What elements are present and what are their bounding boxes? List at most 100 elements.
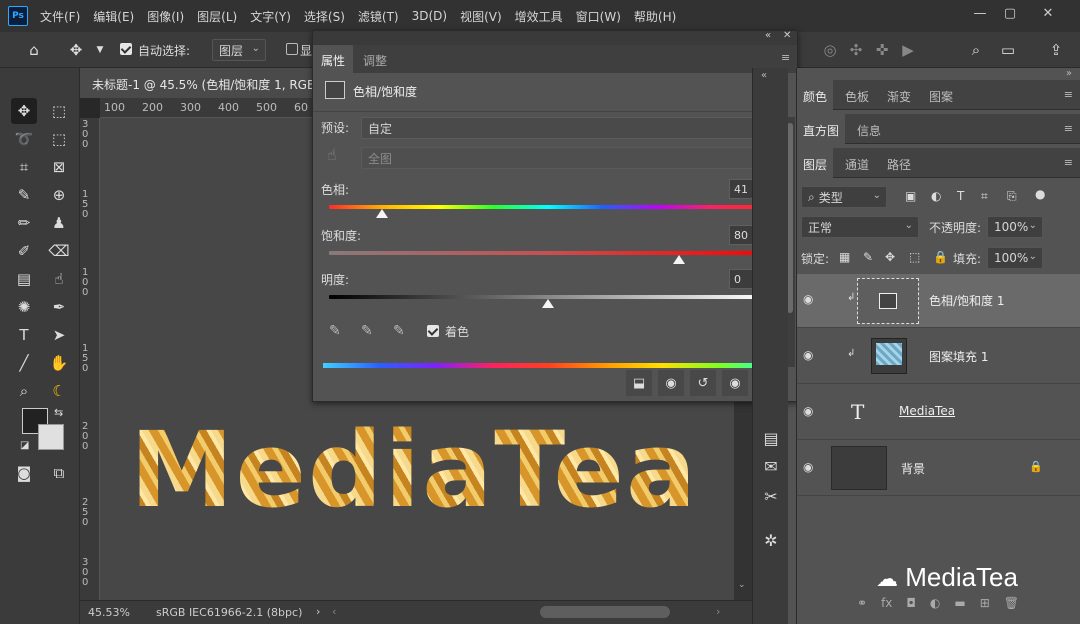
panel-menu-icon[interactable]: ≡ (1064, 88, 1073, 101)
auto-select-checkbox[interactable] (120, 43, 132, 58)
screen-mode-icon[interactable]: ⧉ (46, 460, 72, 486)
menu-edit[interactable]: 编辑(E) (93, 8, 134, 25)
marquee-tool-icon[interactable]: ⬚ (46, 98, 72, 124)
type-tool-icon[interactable]: T (11, 322, 37, 348)
tab-gradients[interactable]: 渐变 (881, 80, 917, 110)
clip-to-layer-icon[interactable]: ⬓ (626, 370, 652, 396)
filter-adjustment-icon[interactable]: ◐ (931, 189, 941, 203)
preset-dropdown[interactable]: 自定 ⌄ (361, 117, 775, 139)
view-previous-icon[interactable]: ◉ (658, 370, 684, 396)
layer-row-text[interactable]: ◉ T MediaTea (797, 386, 1080, 440)
add-mask-icon[interactable]: ◘ (906, 596, 916, 616)
3d-roll-icon[interactable]: ✣ (846, 40, 866, 60)
history-brush-tool-icon[interactable]: ✐ (11, 238, 37, 264)
properties-strip-icon[interactable]: ▤ (759, 426, 783, 450)
hue-slider-track[interactable] (329, 205, 767, 209)
tab-layers[interactable]: 图层 (797, 148, 834, 178)
menu-file[interactable]: 文件(F) (40, 8, 80, 25)
hue-slider-thumb[interactable] (375, 209, 388, 218)
share-icon[interactable]: ⇪ (1046, 40, 1066, 60)
home-icon[interactable]: ⌂ (24, 40, 44, 60)
visibility-eye-icon[interactable]: ◉ (803, 460, 819, 474)
layer-row-background[interactable]: ◉ 背景 🔒 (797, 442, 1080, 496)
lock-artboard-icon[interactable]: ⬚ (909, 250, 920, 264)
collapse-icon[interactable]: « (765, 30, 771, 41)
colorize-checkbox[interactable] (427, 325, 439, 340)
text-layer-icon[interactable]: T (851, 400, 864, 424)
crop-tool-icon[interactable]: ⌗ (11, 154, 37, 180)
lightness-slider-thumb[interactable] (542, 299, 554, 308)
menu-filter[interactable]: 滤镜(T) (358, 8, 399, 25)
background-color-swatch[interactable] (38, 424, 64, 450)
reset-icon[interactable]: ↺ (690, 370, 716, 396)
visibility-icon[interactable]: ◉ (722, 370, 748, 396)
lasso-tool-icon[interactable]: ➰ (11, 126, 37, 152)
gradient-tool-icon[interactable]: ▤ (11, 266, 37, 292)
blend-mode-dropdown[interactable]: 正常 ⌄ (801, 216, 919, 238)
menu-image[interactable]: 图像(I) (147, 8, 184, 25)
scroll-down-icon[interactable]: ⌄ (738, 580, 746, 590)
visibility-eye-icon[interactable]: ◉ (803, 292, 819, 306)
tab-properties[interactable]: 属性 (313, 45, 354, 73)
visibility-eye-icon[interactable]: ◉ (803, 348, 819, 362)
tab-swatches[interactable]: 色板 (839, 80, 875, 110)
document-tab[interactable]: 未标题-1 @ 45.5% (色相/饱和度 1, RGB (80, 68, 320, 98)
eyedropper-icon[interactable]: ✎ (329, 323, 341, 339)
eraser-tool-icon[interactable]: ⌫ (46, 238, 72, 264)
line-tool-icon[interactable]: ╱ (11, 350, 37, 376)
new-layer-icon[interactable]: ⊞ (980, 596, 990, 616)
path-select-tool-icon[interactable]: ➤ (46, 322, 72, 348)
auto-select-dropdown[interactable]: 图层 ⌄ (212, 39, 266, 61)
link-layers-icon[interactable]: ⚭ (857, 596, 867, 616)
filter-pixel-icon[interactable]: ▣ (905, 189, 916, 203)
lock-all-icon[interactable]: 🔒 (933, 250, 948, 264)
panel-title-bar[interactable]: « ✕ (313, 30, 797, 45)
zoom-level[interactable]: 45.53% (88, 606, 130, 619)
layer-name[interactable]: 背景 (901, 460, 925, 477)
pattern-fill-thumbnail[interactable] (871, 338, 907, 374)
background-layer-thumbnail[interactable] (831, 446, 887, 490)
3d-camera-icon[interactable]: ▶ (898, 40, 918, 60)
color-sampler-tool-icon[interactable]: ⊕ (46, 182, 72, 208)
visibility-eye-icon[interactable]: ◉ (803, 404, 819, 418)
menu-3d[interactable]: 3D(D) (412, 9, 447, 23)
opacity-input[interactable]: 100% ⌄ (987, 216, 1043, 238)
chevron-down-icon[interactable]: ▼ (90, 40, 110, 60)
3d-pan-icon[interactable]: ✜ (872, 40, 892, 60)
search-icon[interactable]: ⌕ (966, 40, 986, 60)
lock-image-icon[interactable]: ✎ (863, 250, 873, 264)
panel-menu-icon[interactable]: ≡ (781, 51, 790, 64)
layer-name[interactable]: MediaTea (899, 404, 955, 418)
eyedropper-plus-icon[interactable]: ✎ (361, 323, 373, 339)
3d-orbit-icon[interactable]: ◎ (820, 40, 840, 60)
close-panel-icon[interactable]: ✕ (783, 30, 791, 41)
quick-mask-icon[interactable]: ◙ (11, 460, 37, 486)
fill-input[interactable]: 100% ⌄ (987, 247, 1043, 269)
layer-row-hue-saturation[interactable]: ◉ ↲ 色相/饱和度 1 (797, 274, 1080, 328)
new-adjustment-icon[interactable]: ◐ (930, 596, 940, 616)
chevron-right-icon[interactable]: › (316, 605, 320, 618)
menu-view[interactable]: 视图(V) (460, 8, 502, 25)
banana-icon[interactable]: ☾ (46, 378, 72, 404)
layer-filter-dropdown[interactable]: ⌕ 类型 ⌄ (801, 186, 887, 208)
close-icon[interactable]: ✕ (1030, 0, 1066, 26)
tab-histogram[interactable]: 直方图 (797, 114, 846, 144)
menu-layer[interactable]: 图层(L) (197, 8, 237, 25)
collapse-left-icon[interactable]: « (761, 70, 767, 81)
move-tool-icon[interactable]: ✥ (66, 40, 86, 60)
eyedropper-minus-icon[interactable]: ✎ (393, 323, 405, 339)
notes-icon[interactable]: ✉ (759, 454, 783, 478)
tab-info[interactable]: 信息 (851, 114, 887, 144)
lock-icon[interactable]: 🔒 (1029, 460, 1043, 473)
move-tool-icon[interactable]: ✥ (11, 98, 37, 124)
frame-tool-icon[interactable]: ⊠ (46, 154, 72, 180)
scroll-right-icon[interactable]: › (716, 605, 720, 618)
menu-window[interactable]: 窗口(W) (576, 8, 621, 25)
lock-transparent-icon[interactable]: ▦ (839, 250, 850, 264)
menu-type[interactable]: 文字(Y) (250, 8, 291, 25)
tab-patterns[interactable]: 图案 (923, 80, 959, 110)
panel-menu-icon[interactable]: ≡ (1064, 156, 1073, 169)
dodge-tool-icon[interactable]: ✺ (11, 294, 37, 320)
menu-select[interactable]: 选择(S) (304, 8, 345, 25)
saturation-slider-track[interactable] (329, 251, 767, 255)
